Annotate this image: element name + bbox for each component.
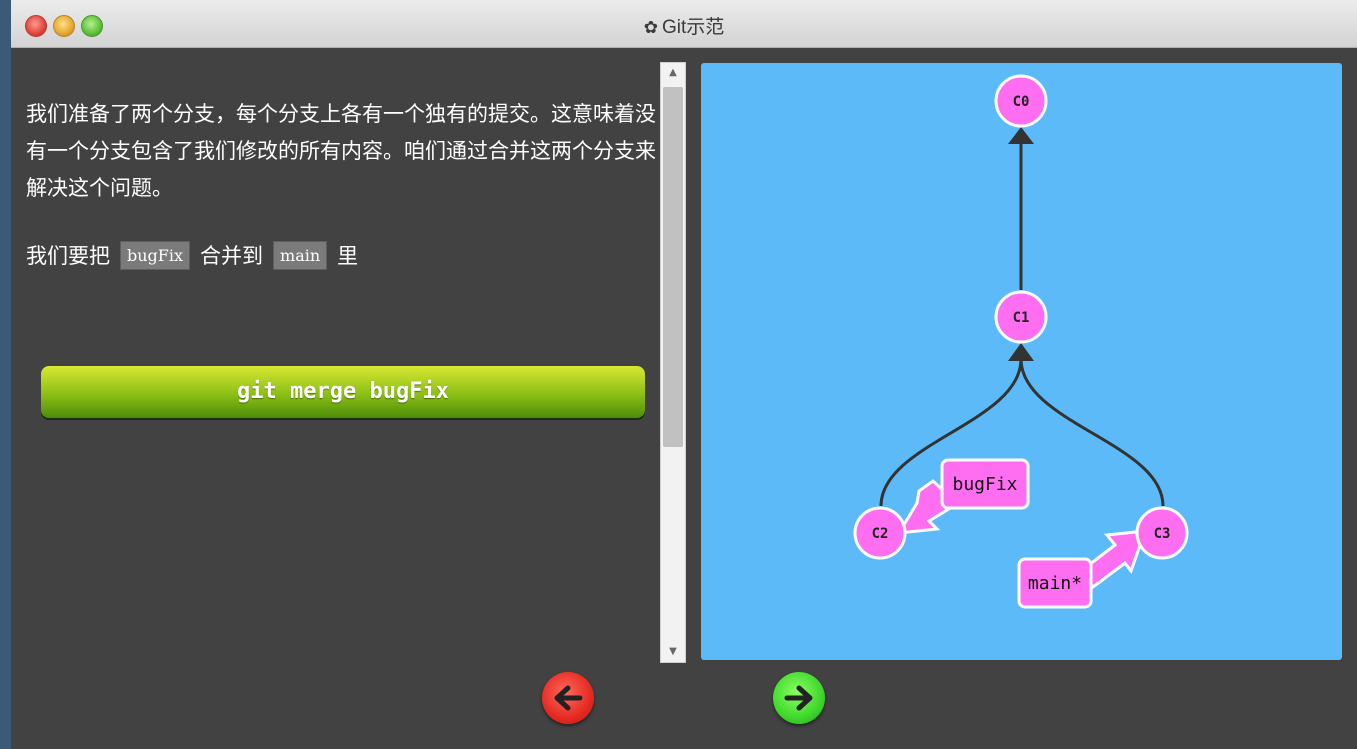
- scroll-thumb[interactable]: [663, 87, 683, 447]
- arrow-right-icon: [784, 685, 813, 711]
- text-scrollbar[interactable]: ▲ ▼: [660, 62, 686, 663]
- commit-label-c1: C1: [1013, 310, 1030, 326]
- commit-label-c2: C2: [872, 526, 889, 542]
- commit-label-c3: C3: [1154, 526, 1171, 542]
- lesson-instruction: 我们要把 bugFix 合并到 main 里: [26, 240, 358, 270]
- instruction-suffix: 里: [337, 244, 359, 268]
- commit-c0: C0: [994, 74, 1048, 128]
- forward-button[interactable]: [773, 672, 825, 724]
- window-title-text: Git示范: [661, 17, 725, 38]
- scroll-down-arrow-icon[interactable]: ▼: [661, 642, 685, 662]
- title-bar: ✿ Git示范: [11, 0, 1357, 48]
- commit-c3: C3: [1135, 506, 1189, 560]
- commit-c1: C1: [994, 290, 1048, 344]
- instruction-middle: 合并到: [200, 244, 264, 268]
- edge-c3-c1: [1019, 358, 1165, 507]
- app-window: ✿ Git示范 我们准备了两个分支，每个分支上各有一个独有的提交。这意味着没有一个…: [11, 0, 1357, 749]
- git-graph-svg: C0 C1 C2 C3 bugFix main*: [853, 74, 1189, 609]
- branch-name-main: main*: [1028, 573, 1082, 594]
- gear-icon: ✿: [643, 18, 658, 37]
- window-title: ✿ Git示范: [11, 12, 1357, 39]
- back-button[interactable]: [542, 672, 594, 724]
- edge-arrowhead-c1: [1008, 343, 1034, 361]
- commit-c2: C2: [853, 506, 907, 560]
- branch-code-bugfix: bugFix: [120, 240, 191, 270]
- arrow-left-icon: [554, 685, 583, 711]
- commit-label-c0: C0: [1013, 94, 1030, 110]
- branch-code-main: main: [273, 240, 328, 270]
- branch-name-bugfix: bugFix: [952, 474, 1017, 495]
- git-graph-visualization: C0 C1 C2 C3 bugFix main*: [701, 63, 1342, 660]
- scroll-up-arrow-icon[interactable]: ▲: [661, 63, 685, 83]
- lesson-paragraph: 我们准备了两个分支，每个分支上各有一个独有的提交。这意味着没有一个分支包含了我们…: [26, 102, 656, 200]
- instruction-prefix: 我们要把: [26, 244, 110, 268]
- branch-label-bugfix: bugFix: [940, 458, 1030, 510]
- branch-label-main: main*: [1017, 557, 1093, 609]
- edge-arrowhead-c0: [1008, 127, 1034, 144]
- git-merge-command-button[interactable]: git merge bugFix: [41, 366, 645, 418]
